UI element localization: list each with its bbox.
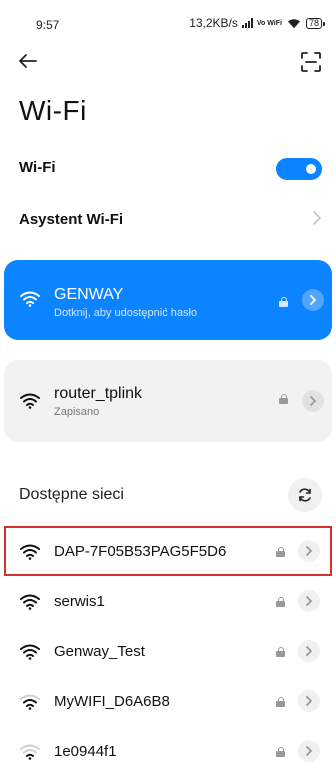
- wifi-signal-icon: [20, 694, 40, 710]
- chevron-right-icon: [310, 295, 316, 305]
- refresh-button[interactable]: [288, 478, 322, 512]
- vowifi-label: Vo WiFi: [256, 19, 282, 27]
- network-ssid: Genway_Test: [54, 643, 145, 660]
- lock-icon: [279, 394, 288, 404]
- wifi-toggle-switch[interactable]: [276, 158, 322, 180]
- arrow-left-icon[interactable]: [16, 49, 40, 73]
- chevron-right-icon: [306, 746, 312, 756]
- network-ssid: 1e0944f1: [54, 743, 117, 760]
- chevron-right-icon: [313, 211, 321, 225]
- network-details-button[interactable]: [298, 690, 320, 712]
- wifi-toggle-label: Wi-Fi: [19, 159, 56, 176]
- wifi-status-icon: [287, 19, 300, 29]
- saved-network-card[interactable]: router_tplink Zapisano: [4, 360, 332, 442]
- network-speed: 13,2KB/s: [189, 16, 238, 30]
- network-row[interactable]: Genway_Test: [0, 626, 336, 676]
- network-row[interactable]: 1e0944f1: [0, 726, 336, 769]
- lock-icon: [276, 697, 285, 707]
- lock-icon: [276, 647, 285, 657]
- battery-icon: 78: [305, 17, 326, 29]
- network-details-button[interactable]: [302, 390, 324, 412]
- chevron-right-icon: [306, 596, 312, 606]
- network-details-button[interactable]: [298, 640, 320, 662]
- network-row[interactable]: serwis1: [0, 576, 336, 626]
- wifi-signal-icon: [20, 594, 40, 610]
- network-row[interactable]: MyWIFI_D6A6B8: [0, 676, 336, 726]
- cell-signal-icon: [241, 18, 253, 28]
- wifi-signal-icon: [20, 291, 40, 307]
- network-subtitle: Dotknij, aby udostępnić hasło: [54, 307, 198, 319]
- status-indicators: 13,2KB/s Vo WiFi 78: [189, 16, 326, 30]
- network-ssid: GENWAY: [54, 286, 124, 303]
- connected-network-card[interactable]: GENWAY Dotknij, aby udostępnić hasło: [4, 260, 332, 340]
- qr-scan-icon[interactable]: [300, 51, 322, 73]
- status-time: 9:57: [36, 18, 60, 32]
- wifi-signal-icon: [20, 644, 40, 660]
- lock-icon: [276, 747, 285, 757]
- chevron-right-icon: [306, 696, 312, 706]
- wifi-assistant-label: Asystent Wi-Fi: [19, 211, 124, 228]
- highlight-box: [4, 526, 332, 576]
- lock-icon: [279, 297, 288, 307]
- wifi-signal-icon: [20, 393, 40, 409]
- refresh-icon: [299, 488, 311, 502]
- chevron-right-icon: [310, 396, 316, 406]
- lock-icon: [276, 597, 285, 607]
- network-ssid: serwis1: [54, 593, 105, 610]
- status-bar: 9:57 13,2KB/s Vo WiFi 78: [0, 0, 336, 44]
- toggle-knob: [306, 164, 316, 174]
- page-title: Wi-Fi: [19, 95, 87, 126]
- wifi-assistant-row[interactable]: Asystent Wi-Fi: [0, 200, 336, 240]
- network-details-button[interactable]: [298, 590, 320, 612]
- available-networks-title: Dostępne sieci: [19, 486, 124, 503]
- network-ssid: router_tplink: [54, 385, 143, 402]
- chevron-right-icon: [306, 646, 312, 656]
- network-details-button[interactable]: [298, 740, 320, 762]
- network-ssid: MyWIFI_D6A6B8: [54, 693, 170, 710]
- wifi-signal-icon: [20, 744, 40, 760]
- network-details-button[interactable]: [302, 289, 324, 311]
- wifi-toggle-row[interactable]: Wi-Fi: [0, 148, 336, 188]
- network-subtitle: Zapisano: [54, 406, 100, 418]
